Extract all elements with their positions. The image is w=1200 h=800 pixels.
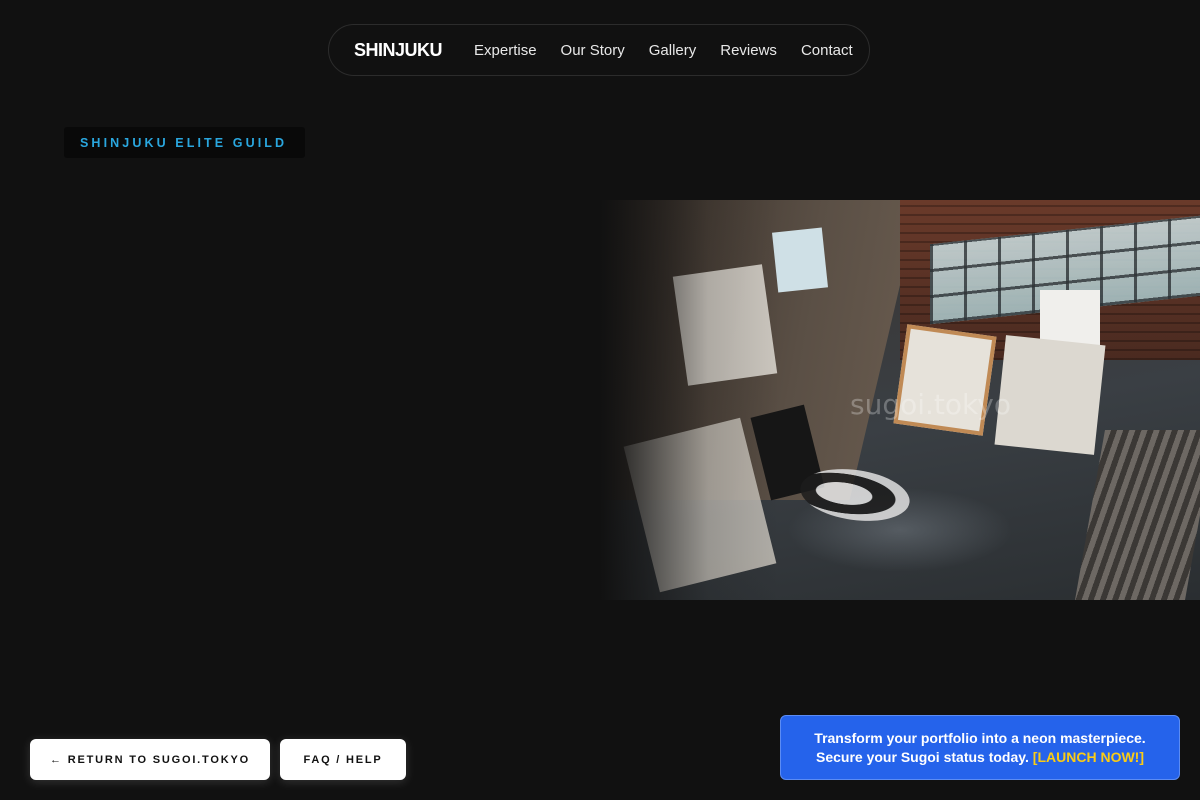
cta-line-1: Transform your portfolio into a neon mas… — [814, 729, 1146, 746]
image-watermark: sugoi.tokyo — [850, 388, 1011, 421]
faq-help-button[interactable]: FAQ / HELP — [280, 739, 406, 780]
cta-launch-link[interactable]: [LAUNCH NOW!] — [1033, 749, 1144, 765]
cta-line-2-text: Secure your Sugoi status today. — [816, 748, 1029, 765]
return-to-sugoi-button[interactable]: ← RETURN TO SUGOI.TOKYO — [30, 739, 270, 780]
hero-badge: SHINJUKU ELITE GUILD — [64, 127, 305, 158]
nav-link-reviews[interactable]: Reviews — [720, 42, 777, 59]
nav-link-gallery[interactable]: Gallery — [649, 42, 697, 59]
page: SHINJUKU Expertise Our Story Gallery Rev… — [0, 0, 1200, 800]
hero-image: sugoi.tokyo — [600, 200, 1200, 600]
nav-link-contact[interactable]: Contact — [801, 42, 853, 59]
top-nav: SHINJUKU Expertise Our Story Gallery Rev… — [328, 24, 870, 76]
brand-logo[interactable]: SHINJUKU — [354, 40, 443, 61]
nav-link-our-story[interactable]: Our Story — [561, 42, 625, 59]
cta-banner[interactable]: Transform your portfolio into a neon mas… — [780, 715, 1180, 780]
cta-line-2: Secure your Sugoi status today. [LAUNCH … — [816, 748, 1144, 767]
nav-link-expertise[interactable]: Expertise — [474, 42, 537, 59]
